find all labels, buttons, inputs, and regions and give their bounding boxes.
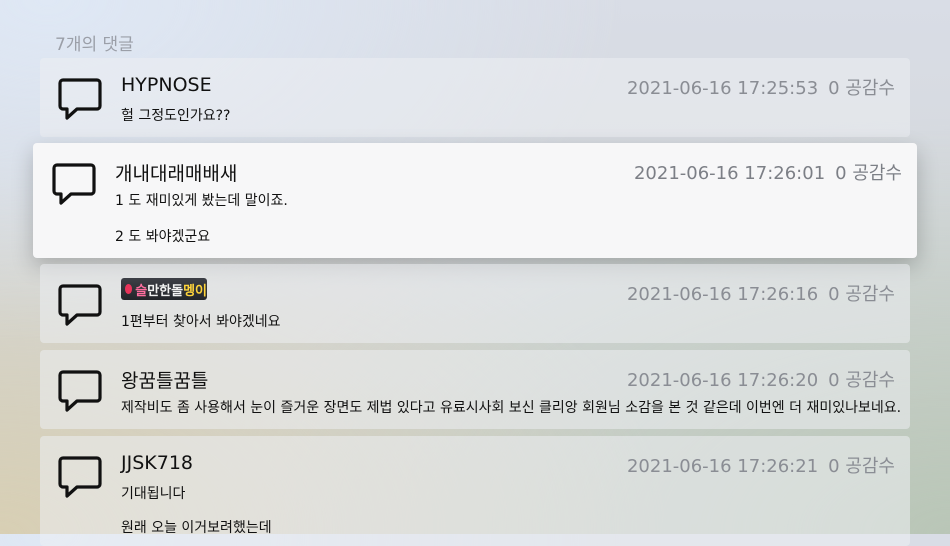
comment-card-focused[interactable]: 개내대래매배새 2021-06-16 17:26:01 0 공감수 1 도 재미있…: [33, 143, 917, 258]
comment-meta: 2021-06-16 17:26:16 0 공감수: [627, 280, 895, 306]
speech-bubble-icon: [58, 284, 102, 326]
comment-card[interactable]: 슬만한돌멩이 2021-06-16 17:26:16 0 공감수 1편부터 찾아서…: [40, 264, 910, 343]
speech-bubble-icon: [52, 163, 96, 205]
comment-date: 2021-06-16 17:25:53: [626, 78, 819, 99]
author-name-badge: 슬만한돌멩이: [121, 278, 207, 300]
comment-text: 2 도 봐야겠군요: [115, 229, 211, 245]
comment-likes: 0 공감수: [828, 370, 895, 391]
comment-text: 헐 그정도인가요??: [121, 108, 231, 124]
comment-meta: 2021-06-16 17:26:21 0 공감수: [627, 452, 895, 478]
speech-bubble-icon: [58, 78, 102, 120]
comment-author: 왕꿈틀꿈틀: [121, 370, 209, 392]
comment-text: 1 도 재미있게 봤는데 말이죠.: [115, 193, 288, 209]
comment-card[interactable]: HYPNOSE 2021-06-16 17:25:53 0 공감수 헐 그정도인가…: [40, 58, 910, 137]
comment-text: 1편부터 찾아서 봐야겠네요: [121, 314, 281, 330]
comment-text: 원래 오늘 이거보려했는데: [121, 520, 272, 536]
comment-date: 2021-06-16 17:26:20: [626, 370, 819, 391]
badge-dot-icon: [125, 284, 133, 294]
comment-author: JJSK718: [121, 452, 193, 474]
comment-likes: 0 공감수: [828, 284, 895, 305]
comment-card[interactable]: JJSK718 2021-06-16 17:26:21 0 공감수 기대됩니다 원…: [40, 436, 910, 546]
comment-text: 기대됩니다: [121, 486, 186, 502]
comment-likes: 0 공감수: [828, 456, 895, 477]
comment-meta: 2021-06-16 17:26:20 0 공감수: [627, 366, 895, 392]
comment-likes: 0 공감수: [828, 78, 895, 99]
comments-header: 7개의 댓글: [55, 35, 134, 55]
comment-author: 슬만한돌멩이: [135, 283, 207, 299]
comment-text: 제작비도 좀 사용해서 눈이 즐거운 장면도 제법 있다고 유료시사회 보신 클…: [121, 400, 902, 416]
comment-date: 2021-06-16 17:26:01: [633, 163, 826, 184]
comment-date: 2021-06-16 17:26:21: [626, 456, 819, 477]
speech-bubble-icon: [58, 456, 102, 498]
comment-meta: 2021-06-16 17:26:01 0 공감수: [634, 159, 902, 185]
comment-likes: 0 공감수: [835, 163, 902, 184]
comment-date: 2021-06-16 17:26:16: [626, 284, 819, 305]
comment-meta: 2021-06-16 17:25:53 0 공감수: [627, 74, 895, 100]
speech-bubble-icon: [58, 370, 102, 412]
comment-author: 개내대래매배새: [115, 163, 238, 185]
comment-author: HYPNOSE: [121, 74, 212, 96]
comment-card[interactable]: 왕꿈틀꿈틀 2021-06-16 17:26:20 0 공감수 제작비도 좀 사용…: [40, 350, 910, 429]
